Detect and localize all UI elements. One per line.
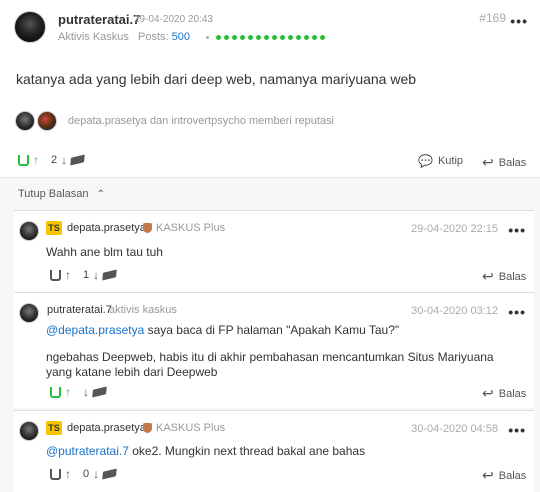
- chevron-up-icon: ⌃: [96, 188, 105, 200]
- reply-date: 29-04-2020 22:15: [411, 223, 498, 235]
- kaskus-plus-icon: [143, 223, 152, 233]
- post-date: 29-04-2020 20:43: [134, 14, 213, 25]
- cendol-icon[interactable]: [50, 468, 61, 480]
- post-username[interactable]: putrateratai.7: [58, 12, 140, 27]
- reply-button[interactable]: ↩ Balas: [482, 154, 526, 171]
- cendol-icon[interactable]: [18, 154, 29, 166]
- post-count: Posts: 500: [138, 31, 190, 43]
- vote-actions: ↑ 0 ↓: [50, 467, 117, 481]
- vote-actions: ↑ 2 ↓: [18, 153, 85, 167]
- reputation-bar: [206, 35, 325, 40]
- replies-toggle[interactable]: Tutup Balasan ⌃: [18, 188, 105, 200]
- upvote-icon[interactable]: ↑: [65, 268, 71, 282]
- user-avatar[interactable]: [14, 11, 46, 43]
- reply-text: @putrateratai.7 oke2. Mungkin next threa…: [46, 444, 366, 458]
- post-content: katanya ada yang lebih dari deep web, na…: [16, 71, 417, 87]
- quote-icon: 💬: [418, 154, 433, 168]
- reply-text: @depata.prasetya saya baca di FP halaman…: [46, 323, 400, 337]
- cendol-icon[interactable]: [50, 386, 61, 398]
- user-rank: Aktivis Kaskus: [58, 31, 129, 43]
- reputation-avatars[interactable]: [15, 111, 59, 131]
- reply-button[interactable]: ↩ Balas: [482, 385, 526, 402]
- reply-icon: ↩: [482, 385, 494, 401]
- reply-level: KASKUS Plus: [156, 422, 226, 434]
- downvote-icon[interactable]: ↓: [83, 385, 89, 399]
- ts-badge: TS: [46, 221, 62, 235]
- cendol-icon[interactable]: [50, 269, 61, 281]
- vote-actions: ↑ 1 ↓: [50, 268, 117, 282]
- quote-button[interactable]: 💬 Kutip: [418, 154, 463, 168]
- reply-avatar[interactable]: [19, 421, 39, 441]
- bata-icon[interactable]: [92, 386, 107, 398]
- upvote-icon[interactable]: ↑: [65, 467, 71, 481]
- upvote-icon[interactable]: ↑: [33, 153, 39, 167]
- reply-icon: ↩: [482, 467, 494, 483]
- reply-item: TS depata.prasetya KASKUS Plus 29-04-202…: [14, 210, 534, 292]
- reply-icon: ↩: [482, 154, 494, 170]
- reply-username[interactable]: depata.prasetya: [67, 222, 146, 234]
- vote-count: 1: [83, 269, 90, 281]
- downvote-icon[interactable]: ↓: [61, 153, 67, 167]
- reputation-givers-text: depata.prasetya dan introvertpsycho memb…: [68, 115, 334, 127]
- vote-count: 0: [83, 468, 90, 480]
- mention-link[interactable]: @depata.prasetya: [46, 323, 144, 337]
- reply-icon: ↩: [482, 268, 494, 284]
- reply-text: Wahh ane blm tau tuh: [46, 245, 163, 259]
- post-number[interactable]: #169: [479, 11, 506, 25]
- upvote-icon[interactable]: ↑: [65, 385, 71, 399]
- more-options-icon[interactable]: •••: [508, 423, 526, 437]
- bata-icon[interactable]: [102, 468, 117, 480]
- more-options-icon[interactable]: •••: [508, 223, 526, 237]
- vote-count: 2: [51, 154, 58, 166]
- reply-level: aktivis kaskus: [109, 304, 177, 316]
- vote-actions: ↑ ↓: [50, 385, 107, 399]
- mention-link[interactable]: @putrateratai.7: [46, 444, 129, 458]
- reply-text-2: ngebahas Deepweb, habis itu di akhir pem…: [46, 350, 494, 379]
- reply-avatar[interactable]: [19, 303, 39, 323]
- giver-avatar[interactable]: [15, 111, 35, 131]
- reply-username[interactable]: putrateratai.7: [47, 304, 112, 316]
- reply-avatar[interactable]: [19, 221, 39, 241]
- bata-icon[interactable]: [102, 269, 117, 281]
- reply-item: TS depata.prasetya KASKUS Plus 30-04-202…: [14, 410, 534, 492]
- main-post: putrateratai.7 29-04-2020 20:43 #169 •••…: [0, 0, 540, 178]
- reply-date: 30-04-2020 04:58: [411, 423, 498, 435]
- reply-level: KASKUS Plus: [156, 222, 226, 234]
- reply-date: 30-04-2020 03:12: [411, 305, 498, 317]
- kaskus-plus-icon: [143, 423, 152, 433]
- reply-button[interactable]: ↩ Balas: [482, 268, 526, 285]
- ts-badge: TS: [46, 421, 62, 435]
- downvote-icon[interactable]: ↓: [93, 467, 99, 481]
- bata-icon[interactable]: [70, 154, 85, 166]
- downvote-icon[interactable]: ↓: [93, 268, 99, 282]
- reply-item: putrateratai.7 aktivis kaskus 30-04-2020…: [14, 292, 534, 408]
- reply-username[interactable]: depata.prasetya: [67, 422, 146, 434]
- giver-avatar[interactable]: [37, 111, 57, 131]
- reply-button[interactable]: ↩ Balas: [482, 467, 526, 484]
- more-options-icon[interactable]: •••: [510, 14, 528, 28]
- more-options-icon[interactable]: •••: [508, 305, 526, 319]
